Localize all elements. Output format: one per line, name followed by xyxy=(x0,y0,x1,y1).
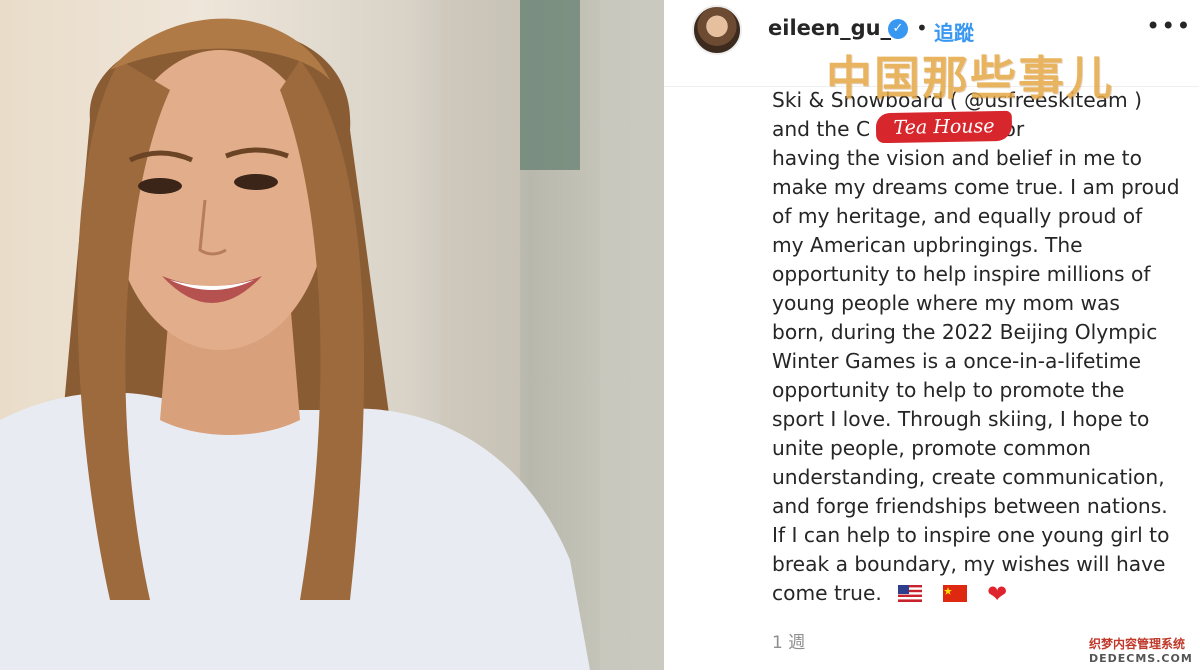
post-caption: Ski & Snowboard ( @usfreeskiteam ) and t… xyxy=(772,86,1192,609)
caption-line: young people where my mom was xyxy=(772,291,1120,315)
caption-line: break a boundary, my wishes will have xyxy=(772,552,1166,576)
separator-dot: • xyxy=(916,16,928,40)
us-flag-icon xyxy=(898,585,923,602)
caption-line: my American upbringings. The xyxy=(772,233,1083,257)
more-options-icon[interactable]: ••• xyxy=(1146,12,1191,40)
caption-line: opportunity to help inspire millions of xyxy=(772,262,1151,286)
caption-line: opportunity to help to promote the xyxy=(772,378,1125,402)
caption-line: born, during the 2022 Beijing Olympic xyxy=(772,320,1158,344)
corner-watermark: 织梦内容管理系统 DEDECMS.COM xyxy=(1085,632,1199,670)
china-flag-icon xyxy=(942,585,967,602)
portrait-photo xyxy=(0,0,664,670)
verified-badge-icon: ✓ xyxy=(888,19,908,39)
portrait-illustration xyxy=(0,0,664,670)
red-heart-icon: ❤ xyxy=(987,580,1008,608)
caption-line: Winter Games is a once-in-a-lifetime xyxy=(772,349,1141,373)
corner-watermark-title: 织梦内容管理系统 xyxy=(1089,637,1186,651)
caption-line: sport I love. Through skiing, I hope to xyxy=(772,407,1150,431)
channel-badge: Tea House xyxy=(875,110,1013,144)
caption-last-line: come true. ❤ xyxy=(772,579,1192,609)
caption-line: and forge friendships between nations. xyxy=(772,494,1168,518)
corner-watermark-site: DEDECMS.COM xyxy=(1089,652,1193,665)
caption-line: make my dreams come true. I am proud xyxy=(772,175,1180,199)
caption-line: unite people, promote common xyxy=(772,436,1091,460)
caption-line: If I can help to inspire one young girl … xyxy=(772,523,1170,547)
user-avatar[interactable] xyxy=(692,5,742,55)
channel-badge-label: Tea House xyxy=(893,115,995,139)
caption-line: of my heritage, and equally proud of xyxy=(772,204,1143,228)
caption-line: understanding, create communication, xyxy=(772,465,1165,489)
post-timestamp[interactable]: 1 週 xyxy=(772,628,805,653)
username-link[interactable]: eileen_gu_ xyxy=(768,16,891,40)
channel-watermark: 中国那些事儿 xyxy=(826,51,1114,105)
caption-line: having the vision and belief in me to xyxy=(772,146,1142,170)
caption-last-text: come true. xyxy=(772,581,882,605)
